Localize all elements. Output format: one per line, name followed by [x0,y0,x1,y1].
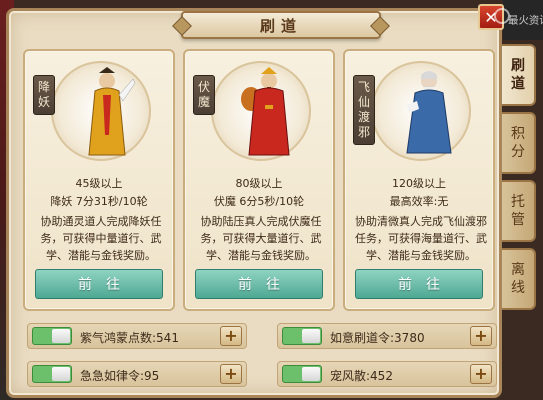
badge-char: 降 [37,80,50,94]
option-label: 宠风散:452 [330,369,393,383]
tab-char: 分 [511,144,525,160]
toggle-knob [52,329,70,343]
task-card-subdue-demons: 降 妖 45级以上 降妖 7分31秒/10轮 协助通灵道人完成降妖任务，可获得中… [23,49,175,311]
option-row-purple-qi: 紫气鸿蒙点数:541 + [27,323,247,349]
brush-dao-panel: 刷道 降 妖 45级以上 降妖 7分31秒/10轮 协助通灵道人完成降妖任务，可… [6,8,502,398]
toggle-knob [302,367,320,381]
option-row-urgent-order: 急急如律令:95 + [27,361,247,387]
toggle-switch[interactable] [32,327,72,345]
card-badge: 降 妖 [33,75,55,115]
title-plate: 刷道 [181,11,381,39]
option-label: 如意刷道令:3780 [330,331,425,345]
option-row-ruyi-token: 如意刷道令:3780 + [277,323,497,349]
tab-brush-dao[interactable]: 刷 道 [502,44,536,106]
tab-char: 离 [511,262,525,278]
card-badge: 伏 魔 [193,75,215,115]
time-info: 降妖 7分31秒/10轮 [50,195,148,208]
toggle-knob [302,329,320,343]
option-row-pet-wind: 宠风散:452 + [277,361,497,387]
plus-button[interactable]: + [220,364,242,384]
tab-char: 线 [511,280,525,296]
task-card-fly-immortal: 飞 仙 渡 邪 120级以上 最高效率:无 协助清微真人完成飞仙渡邪任务，可获得… [343,49,495,311]
plus-button[interactable]: + [470,364,492,384]
go-button[interactable]: 前往 [35,269,163,299]
tab-char: 管 [511,212,525,228]
task-description: 协助陆压真人完成伏魔任务，可获得大量道行、武学、潜能与金钱奖励。 [200,215,322,262]
time-info: 伏魔 6分5秒/10轮 [213,195,305,208]
badge-char: 渡 [357,110,370,124]
warrior-figure-icon [241,67,290,156]
watermark-text: 最火资讯 [508,13,543,27]
task-description: 协助通灵道人完成降妖任务，可获得中量道行、武学、潜能与金钱奖励。 [40,215,162,262]
task-description: 协助清微真人完成飞仙渡邪任务，可获得海量道行、武学、潜能与金钱奖励。 [355,215,487,262]
level-requirement: 120级以上 [392,177,446,190]
go-button[interactable]: 前往 [195,269,323,299]
badge-char: 飞 [357,80,370,94]
toggle-switch[interactable] [282,365,322,383]
go-button[interactable]: 前往 [355,269,483,299]
tab-char: 积 [511,126,525,142]
plus-button[interactable]: + [470,326,492,346]
toggle-knob [52,367,70,381]
option-label: 急急如律令:95 [80,369,160,383]
badge-char: 伏 [197,80,210,94]
tab-char: 托 [511,194,525,210]
toggle-switch[interactable] [32,365,72,383]
window-title: 刷道 [259,16,302,35]
badge-char: 仙 [357,95,370,109]
tab-points[interactable]: 积 分 [502,112,536,174]
efficiency-info: 最高效率:无 [389,195,449,208]
plus-button[interactable]: + [220,326,242,346]
level-requirement: 45级以上 [75,177,123,190]
tab-char: 道 [511,76,525,92]
tab-offline[interactable]: 离 线 [502,248,536,310]
badge-char: 魔 [197,95,210,109]
level-requirement: 80级以上 [235,177,283,190]
badge-char: 邪 [357,125,370,139]
option-label: 紫气鸿蒙点数:541 [80,331,179,345]
card-badge: 飞 仙 渡 邪 [353,75,375,145]
elder-figure-icon [406,71,452,154]
badge-char: 妖 [37,95,50,109]
task-card-vanquish-demons: 伏 魔 80级以上 伏魔 6分5秒/10轮 协助陆压真人完成伏魔任务，可获得大量… [183,49,335,311]
taoist-figure-icon [88,67,136,156]
toggle-switch[interactable] [282,327,322,345]
tab-char: 刷 [511,58,525,74]
tab-auto-manage[interactable]: 托 管 [502,180,536,242]
